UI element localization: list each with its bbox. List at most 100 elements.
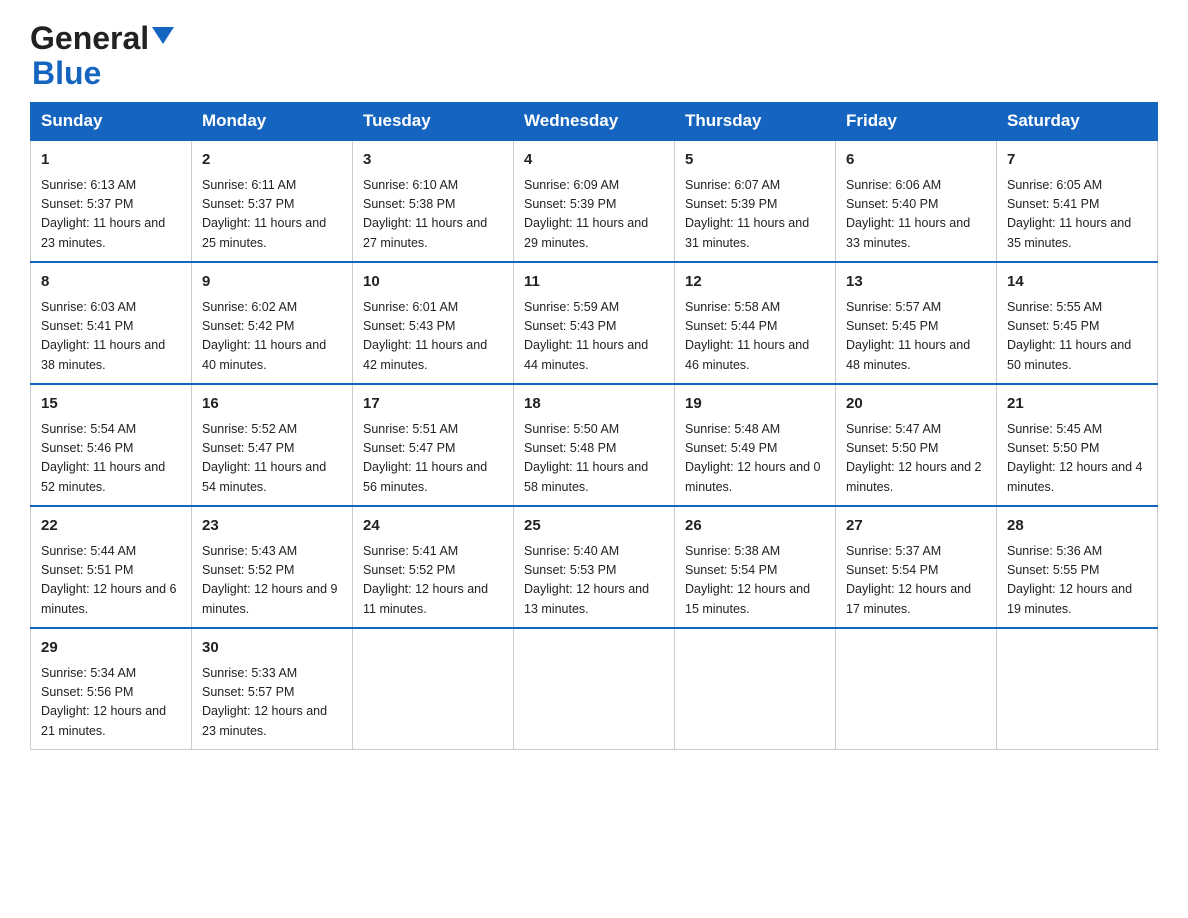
sunrise-label: Sunrise: 5:43 AM xyxy=(202,544,297,558)
sunset-label: Sunset: 5:46 PM xyxy=(41,441,133,455)
sunset-label: Sunset: 5:39 PM xyxy=(685,197,777,211)
sunset-label: Sunset: 5:42 PM xyxy=(202,319,294,333)
sunrise-label: Sunrise: 5:41 AM xyxy=(363,544,458,558)
calendar-cell: 21 Sunrise: 5:45 AMSunset: 5:50 PMDayligh… xyxy=(997,384,1158,506)
calendar-cell: 14 Sunrise: 5:55 AMSunset: 5:45 PMDayligh… xyxy=(997,262,1158,384)
sunrise-label: Sunrise: 6:13 AM xyxy=(41,178,136,192)
week-row-1: 1Sunrise: 6:13 AMSunset: 5:37 PMDaylight… xyxy=(31,140,1158,262)
col-header-friday: Friday xyxy=(836,103,997,141)
daylight-label: Daylight: 12 hours and 9 minutes. xyxy=(202,582,338,615)
day-info: Sunrise: 5:44 AMSunset: 5:51 PMDaylight:… xyxy=(41,542,181,620)
sunrise-label: Sunrise: 5:40 AM xyxy=(524,544,619,558)
sunset-label: Sunset: 5:52 PM xyxy=(363,563,455,577)
calendar-cell xyxy=(675,628,836,750)
calendar-cell xyxy=(353,628,514,750)
day-info: Sunrise: 6:03 AMSunset: 5:41 PMDaylight:… xyxy=(41,298,181,376)
logo-general-text: General xyxy=(30,20,149,57)
calendar-header-row: SundayMondayTuesdayWednesdayThursdayFrid… xyxy=(31,103,1158,141)
day-number: 8 xyxy=(41,271,181,294)
daylight-label: Daylight: 12 hours and 4 minutes. xyxy=(1007,460,1143,493)
daylight-label: Daylight: 11 hours and 29 minutes. xyxy=(524,216,648,249)
daylight-label: Daylight: 11 hours and 27 minutes. xyxy=(363,216,487,249)
day-info: Sunrise: 5:48 AMSunset: 5:49 PMDaylight:… xyxy=(685,420,825,498)
calendar-cell xyxy=(997,628,1158,750)
day-info: Sunrise: 5:58 AMSunset: 5:44 PMDaylight:… xyxy=(685,298,825,376)
day-info: Sunrise: 5:51 AMSunset: 5:47 PMDaylight:… xyxy=(363,420,503,498)
daylight-label: Daylight: 12 hours and 21 minutes. xyxy=(41,704,166,737)
week-row-5: 29Sunrise: 5:34 AMSunset: 5:56 PMDayligh… xyxy=(31,628,1158,750)
sunrise-label: Sunrise: 5:54 AM xyxy=(41,422,136,436)
sunrise-label: Sunrise: 6:09 AM xyxy=(524,178,619,192)
day-info: Sunrise: 5:37 AMSunset: 5:54 PMDaylight:… xyxy=(846,542,986,620)
logo-blue-text: Blue xyxy=(32,55,101,91)
day-info: Sunrise: 5:45 AMSunset: 5:50 PMDaylight:… xyxy=(1007,420,1147,498)
daylight-label: Daylight: 11 hours and 52 minutes. xyxy=(41,460,165,493)
day-number: 13 xyxy=(846,271,986,294)
sunrise-label: Sunrise: 6:01 AM xyxy=(363,300,458,314)
calendar-cell: 5Sunrise: 6:07 AMSunset: 5:39 PMDaylight… xyxy=(675,140,836,262)
sunrise-label: Sunrise: 6:10 AM xyxy=(363,178,458,192)
calendar-cell: 18 Sunrise: 5:50 AM Sunset: 5:48 PM Dayligh… xyxy=(514,384,675,506)
sunrise-label: Sunrise: 5:55 AM xyxy=(1007,300,1102,314)
week-row-3: 15Sunrise: 5:54 AMSunset: 5:46 PMDayligh… xyxy=(31,384,1158,506)
sunrise-label: Sunrise: 6:05 AM xyxy=(1007,178,1102,192)
day-number: 18 xyxy=(524,393,664,416)
day-number: 17 xyxy=(363,393,503,416)
sunset-label: Sunset: 5:52 PM xyxy=(202,563,294,577)
sunset-label: Sunset: 5:40 PM xyxy=(846,197,938,211)
calendar-cell: 2Sunrise: 6:11 AMSunset: 5:37 PMDaylight… xyxy=(192,140,353,262)
calendar-cell: 17 Sunrise: 5:51 AMSunset: 5:47 PMDayligh… xyxy=(353,384,514,506)
daylight-label: Daylight: 11 hours and 58 minutes. xyxy=(524,460,648,493)
day-number: 16 xyxy=(202,393,342,416)
day-number: 23 xyxy=(202,515,342,538)
calendar-cell: 3Sunrise: 6:10 AMSunset: 5:38 PMDaylight… xyxy=(353,140,514,262)
calendar-cell: 26Sunrise: 5:38 AMSunset: 5:54 PMDayligh… xyxy=(675,506,836,628)
day-number: 7 xyxy=(1007,149,1147,172)
sunrise-label: Sunrise: 5:45 AM xyxy=(1007,422,1102,436)
sunset-label: Sunset: 5:57 PM xyxy=(202,685,294,699)
day-info: Sunrise: 5:54 AM Sunset: 5:46 PM Daylight:… xyxy=(41,420,181,498)
sunrise-label: Sunrise: 5:51 AM xyxy=(363,422,458,436)
calendar-cell: 27Sunrise: 5:37 AMSunset: 5:54 PMDayligh… xyxy=(836,506,997,628)
daylight-label: Daylight: 11 hours and 25 minutes. xyxy=(202,216,326,249)
daylight-label: Daylight: 12 hours and 0 minutes. xyxy=(685,460,821,493)
daylight-label: Daylight: 11 hours and 46 minutes. xyxy=(685,338,809,371)
day-number: 11 xyxy=(524,271,664,294)
logo-triangle-icon xyxy=(152,27,174,44)
day-info: Sunrise: 6:11 AMSunset: 5:37 PMDaylight:… xyxy=(202,176,342,254)
day-info: Sunrise: 5:41 AM Sunset: 5:52 PM Daylight:… xyxy=(363,542,503,620)
daylight-label: Daylight: 12 hours and 19 minutes. xyxy=(1007,582,1132,615)
sunrise-label: Sunrise: 5:59 AM xyxy=(524,300,619,314)
daylight-label: Daylight: 11 hours and 56 minutes. xyxy=(363,460,487,493)
daylight-label: Daylight: 12 hours and 11 minutes. xyxy=(363,582,488,615)
daylight-label: Daylight: 12 hours and 17 minutes. xyxy=(846,582,971,615)
sunset-label: Sunset: 5:43 PM xyxy=(524,319,616,333)
day-number: 21 xyxy=(1007,393,1147,416)
col-header-saturday: Saturday xyxy=(997,103,1158,141)
sunrise-label: Sunrise: 5:52 AM xyxy=(202,422,297,436)
day-number: 4 xyxy=(524,149,664,172)
calendar-cell: 30Sunrise: 5:33 AMSunset: 5:57 PMDayligh… xyxy=(192,628,353,750)
calendar-cell: 10Sunrise: 6:01 AMSunset: 5:43 PMDayligh… xyxy=(353,262,514,384)
day-info: Sunrise: 5:52 AMSunset: 5:47 PMDaylight:… xyxy=(202,420,342,498)
day-number: 14 xyxy=(1007,271,1147,294)
calendar-cell: 12Sunrise: 5:58 AMSunset: 5:44 PMDayligh… xyxy=(675,262,836,384)
day-number: 29 xyxy=(41,637,181,660)
calendar-cell: 7Sunrise: 6:05 AMSunset: 5:41 PMDaylight… xyxy=(997,140,1158,262)
calendar-cell: 6Sunrise: 6:06 AMSunset: 5:40 PMDaylight… xyxy=(836,140,997,262)
calendar-cell: 11Sunrise: 5:59 AMSunset: 5:43 PMDayligh… xyxy=(514,262,675,384)
calendar-cell: 9Sunrise: 6:02 AMSunset: 5:42 PMDaylight… xyxy=(192,262,353,384)
sunrise-label: Sunrise: 5:37 AM xyxy=(846,544,941,558)
col-header-wednesday: Wednesday xyxy=(514,103,675,141)
day-info: Sunrise: 6:06 AMSunset: 5:40 PMDaylight:… xyxy=(846,176,986,254)
day-info: Sunrise: 5:55 AMSunset: 5:45 PMDaylight:… xyxy=(1007,298,1147,376)
sunrise-label: Sunrise: 5:50 AM xyxy=(524,422,619,436)
day-number: 24 xyxy=(363,515,503,538)
day-info: Sunrise: 6:13 AMSunset: 5:37 PMDaylight:… xyxy=(41,176,181,254)
sunrise-label: Sunrise: 6:11 AM xyxy=(202,178,296,192)
sunset-label: Sunset: 5:53 PM xyxy=(524,563,616,577)
day-number: 30 xyxy=(202,637,342,660)
day-info: Sunrise: 5:59 AMSunset: 5:43 PMDaylight:… xyxy=(524,298,664,376)
sunset-label: Sunset: 5:48 PM xyxy=(524,441,616,455)
sunset-label: Sunset: 5:43 PM xyxy=(363,319,455,333)
